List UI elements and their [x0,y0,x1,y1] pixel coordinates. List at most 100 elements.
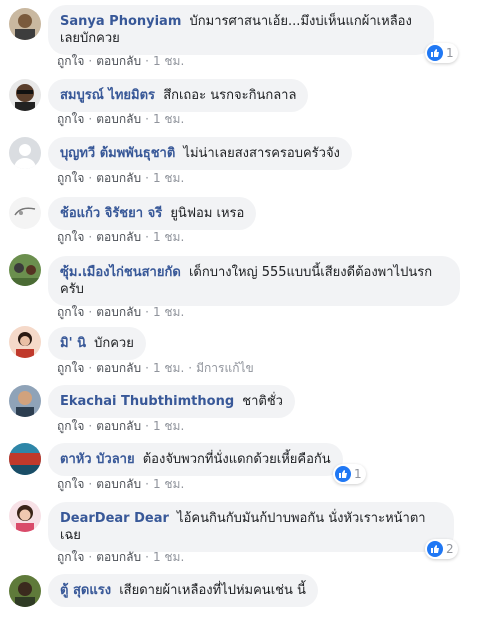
reply-link[interactable]: ตอบกลับ [96,419,141,433]
separator: · [145,477,149,491]
comment-bubble: Ekachai Thubthimthong ชาติชั่ว [48,385,295,418]
reaction-number: 1 [446,46,454,60]
timestamp[interactable]: 1 ชม. [153,112,184,126]
comment-text: บักควย [94,336,134,351]
reply-link[interactable]: ตอบกลับ [96,112,141,126]
reply-link[interactable]: ตอบกลับ [96,305,141,319]
default-avatar-icon [9,137,41,169]
timestamp[interactable]: 1 ชม. [153,419,184,433]
comment-text: ยูนิฟอม เหรอ [170,206,245,221]
timestamp[interactable]: 1 ชม. [153,361,184,375]
commenter-name[interactable]: DearDear Dear [60,511,169,526]
separator: · [88,477,93,491]
avatar[interactable] [9,500,41,532]
commenter-name[interactable]: ตู้ สุดแรง [60,583,111,598]
separator: · [145,305,149,319]
like-link[interactable]: ถูกใจ [57,419,84,433]
commenter-name[interactable]: ตาหัว บัวลาย [60,452,135,467]
separator: · [88,550,93,564]
commenter-name[interactable]: Ekachai Thubthimthong [60,394,234,409]
separator: · [88,305,93,319]
comment-bubble: ซุ้ม.เมืองไก่ชนสายกัด เด็กบางใหญ่ 555แบบ… [48,256,460,306]
commenter-name[interactable]: สมบูรณ์ ไทยมิตร [60,88,155,103]
avatar-photo [9,79,41,111]
separator: · [145,54,149,68]
like-link[interactable]: ถูกใจ [57,112,84,126]
avatar-photo [9,8,41,40]
reply-link[interactable]: ตอบกลับ [96,477,141,491]
like-link[interactable]: ถูกใจ [57,361,84,375]
timestamp[interactable]: 1 ชม. [153,54,184,68]
edited-label[interactable]: มีการแก้ไข [196,361,254,375]
commenter-name[interactable]: ซุ้ม.เมืองไก่ชนสายกัด [60,265,181,280]
reply-link[interactable]: ตอบกลับ [96,361,141,375]
comment-bubble: ตู้ สุดแรง เสียดายผ้าเหลืองที่ไปห่มคนเช่… [48,574,318,607]
comment-bubble: Sanya Phonyiam บักมารศาสนาเอ้ย...มึงบ่เห… [48,5,434,55]
reaction-count[interactable]: 2 [425,539,458,559]
separator: · [88,230,93,244]
separator: · [88,171,93,185]
comment-actions: ถูกใจ · ตอบกลับ · 1 ชม. [57,170,184,186]
avatar[interactable] [9,197,41,229]
avatar[interactable] [9,575,41,607]
comment-actions: ถูกใจ · ตอบกลับ · 1 ชม. [57,229,184,245]
separator: · [145,419,149,433]
avatar-photo [9,254,41,286]
comment-text: ต้องจับพวกที่นั่งแดกด้วยเหี้ยคือกัน [142,452,331,467]
like-link[interactable]: ถูกใจ [57,54,84,68]
separator: · [88,54,93,68]
comment-actions: ถูกใจ · ตอบกลับ · 1 ชม. · มีการแก้ไข [57,360,254,376]
reply-link[interactable]: ตอบกลับ [96,550,141,564]
comment-bubble: มิ' นิ บักควย [48,327,146,360]
commenter-name[interactable]: มิ' นิ [60,336,86,351]
like-icon [335,466,351,482]
avatar-photo [9,443,41,475]
separator: · [88,361,93,375]
avatar-photo [9,575,41,607]
avatar-photo [9,326,41,358]
separator: · [145,550,149,564]
reaction-count[interactable]: 1 [333,464,366,484]
comment-actions: ถูกใจ · ตอบกลับ · 1 ชม. [57,476,184,492]
like-link[interactable]: ถูกใจ [57,477,84,491]
like-link[interactable]: ถูกใจ [57,305,84,319]
timestamp[interactable]: 1 ชม. [153,171,184,185]
timestamp[interactable]: 1 ชม. [153,305,184,319]
avatar[interactable] [9,326,41,358]
reply-link[interactable]: ตอบกลับ [96,171,141,185]
avatar-photo [9,197,41,229]
like-link[interactable]: ถูกใจ [57,230,84,244]
comment-text: สึกเถอะ นรกจะกินกลาล [163,88,297,103]
reply-link[interactable]: ตอบกลับ [96,230,141,244]
separator: · [88,419,93,433]
avatar[interactable] [9,385,41,417]
comment-actions: ถูกใจ · ตอบกลับ · 1 ชม. [57,418,184,434]
commenter-name[interactable]: ช้อแก้ว จิรัชยา จรี [60,206,162,221]
like-link[interactable]: ถูกใจ [57,171,84,185]
comment-bubble: DearDear Dear ไอ้คนกินกับมันก้ปาบพอกัน น… [48,502,454,552]
timestamp[interactable]: 1 ชม. [153,230,184,244]
timestamp[interactable]: 1 ชม. [153,550,184,564]
separator: · [145,361,149,375]
separator: · [88,112,93,126]
timestamp[interactable]: 1 ชม. [153,477,184,491]
comment-actions: ถูกใจ · ตอบกลับ · 1 ชม. [57,549,184,565]
comment-bubble: ช้อแก้ว จิรัชยา จรี ยูนิฟอม เหรอ [48,197,257,230]
commenter-name[interactable]: Sanya Phonyiam [60,14,181,29]
comment-text: ชาติชั่ว [242,394,283,409]
comment-actions: ถูกใจ · ตอบกลับ · 1 ชม. [57,111,184,127]
reply-link[interactable]: ตอบกลับ [96,54,141,68]
commenter-name[interactable]: บุญทวี ต้มพพันธุชาติ [60,146,175,161]
comment-text: ไม่น่าเลยสงสารครอบครัวจัง [183,146,340,161]
avatar[interactable] [9,443,41,475]
reaction-count[interactable]: 1 [425,43,458,63]
separator: · [145,171,149,185]
comment-bubble: บุญทวี ต้มพพันธุชาติ ไม่น่าเลยสงสารครอบค… [48,137,352,170]
like-icon [427,541,443,557]
comment-text: เสียดายผ้าเหลืองที่ไปห่มคนเช่น นี้ [119,583,306,598]
avatar[interactable] [9,8,41,40]
like-link[interactable]: ถูกใจ [57,550,84,564]
avatar[interactable] [9,79,41,111]
avatar[interactable] [9,137,41,169]
avatar[interactable] [9,254,41,286]
